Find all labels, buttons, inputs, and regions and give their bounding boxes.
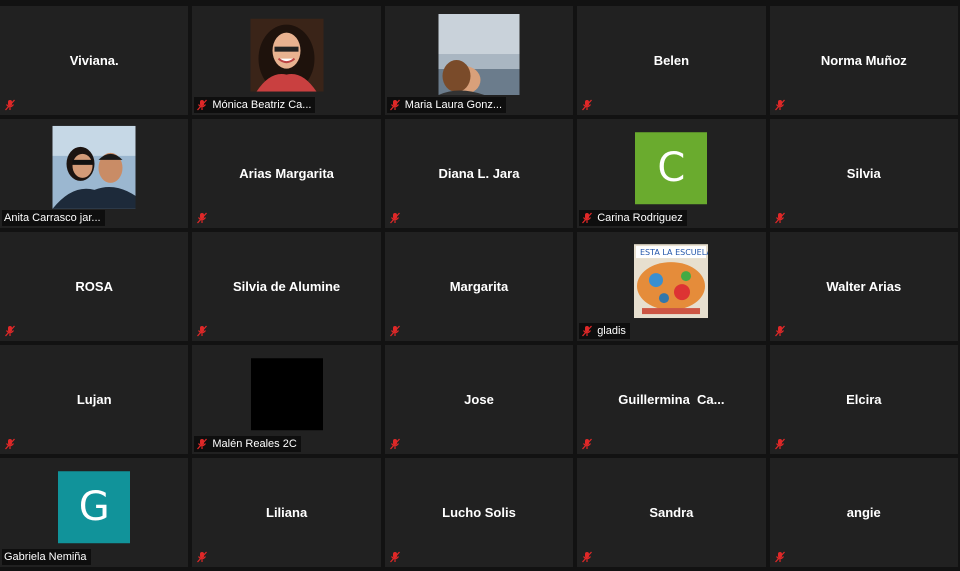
participant-name: Walter Arias [826, 278, 902, 294]
participant-tile[interactable]: Arias Margarita [192, 119, 381, 228]
participant-tile[interactable]: G Gabriela Nemiña [0, 458, 189, 567]
muted-mic-icon [774, 212, 785, 224]
muted-mic-icon [197, 551, 208, 563]
participant-name: Arias Margarita [239, 165, 334, 181]
participant-name: Viviana. [69, 52, 119, 68]
participant-tile[interactable]: Margarita [384, 232, 574, 341]
participant-tile[interactable]: Viviana. [0, 6, 189, 115]
participant-name: Silvia de Alumine [233, 278, 341, 294]
participant-video [250, 357, 323, 430]
participant-name: Silvia [846, 165, 881, 181]
muted-mic-icon [774, 325, 785, 337]
participant-tile[interactable]: Belen [577, 6, 766, 115]
participant-name: Mónica Beatriz Ca... [212, 99, 312, 111]
participant-tile[interactable]: Liliana [192, 458, 381, 567]
participant-name-label: Anita Carrasco jar... [2, 210, 105, 226]
participant-photo [250, 18, 324, 92]
muted-mic-icon [582, 325, 593, 337]
participant-name: Norma Muñoz [820, 52, 907, 68]
participant-tile[interactable]: Elcira [769, 345, 958, 454]
participant-name-label: Maria Laura Gonz... [386, 97, 507, 113]
participant-name: Lucho Solis [442, 504, 516, 520]
participant-tile[interactable]: Silvia [769, 119, 958, 228]
muted-mic-icon [197, 99, 208, 111]
svg-text:ESTA LA ESCUELA: ESTA LA ESCUELA [640, 248, 708, 257]
participant-name: Guillermina Ca... [618, 391, 725, 407]
participant-photo [52, 125, 136, 209]
participant-name: Liliana [266, 504, 308, 520]
participant-tile[interactable]: Maria Laura Gonz... [384, 6, 574, 115]
participant-tile[interactable]: Walter Arias [769, 232, 958, 341]
participant-name: Lujan [76, 391, 112, 407]
muted-mic-icon [774, 551, 785, 563]
participant-name: gladis [597, 325, 626, 337]
participant-name: ROSA [75, 278, 113, 294]
participant-tile[interactable]: Guillermina Ca... [577, 345, 766, 454]
muted-mic-icon [582, 551, 593, 563]
participant-name-label: Mónica Beatriz Ca... [194, 97, 316, 113]
participant-name: Jose [464, 391, 494, 407]
participant-name: Maria Laura Gonz... [404, 99, 503, 111]
participant-name-label: Malén Reales 2C [194, 436, 301, 452]
participant-name: Belen [653, 52, 690, 68]
participant-name-label: Gabriela Nemiña [2, 549, 91, 565]
participant-name-label: Carina Rodriguez [579, 210, 687, 226]
muted-mic-icon [5, 325, 15, 337]
participant-name: Gabriela Nemiña [4, 551, 87, 563]
participant-photo: ESTA LA ESCUELA [634, 243, 709, 318]
muted-mic-icon [197, 438, 208, 450]
muted-mic-icon [389, 212, 400, 224]
participant-tile[interactable]: ROSA [0, 232, 189, 341]
muted-mic-icon [5, 438, 15, 450]
participant-tile[interactable]: Anita Carrasco jar... [0, 119, 189, 228]
muted-mic-icon [389, 438, 400, 450]
participant-tile[interactable]: ESTA LA ESCUELA gladis [577, 232, 766, 341]
muted-mic-icon [582, 99, 593, 111]
muted-mic-icon [774, 438, 785, 450]
participant-tile[interactable]: Lujan [0, 345, 189, 454]
participant-tile[interactable]: Norma Muñoz [769, 6, 958, 115]
muted-mic-icon [582, 438, 593, 450]
participant-name: angie [846, 504, 881, 520]
participant-tile[interactable]: Diana L. Jara [384, 119, 574, 228]
participant-name: Sandra [649, 504, 694, 520]
muted-mic-icon [774, 99, 785, 111]
participant-tile[interactable]: Mónica Beatriz Ca... [192, 6, 381, 115]
participant-name-label: gladis [579, 323, 630, 339]
participant-name: Elcira [846, 391, 882, 407]
muted-mic-icon [582, 212, 593, 224]
muted-mic-icon [389, 99, 400, 111]
avatar: C [635, 131, 708, 204]
participant-tile[interactable]: Malén Reales 2C [192, 345, 381, 454]
participant-name: Anita Carrasco jar... [4, 212, 101, 224]
avatar: G [58, 470, 131, 543]
muted-mic-icon [197, 212, 208, 224]
muted-mic-icon [389, 551, 400, 563]
participant-tile[interactable]: Lucho Solis [384, 458, 574, 567]
participant-name: Margarita [449, 278, 509, 294]
participant-tile[interactable]: angie [769, 458, 958, 567]
participant-name: Diana L. Jara [438, 165, 520, 181]
participant-tile[interactable]: C Carina Rodriguez [577, 119, 766, 228]
participant-name: Malén Reales 2C [212, 438, 297, 450]
participant-photo [438, 13, 520, 95]
gallery-grid: Viviana. Mónica Beatriz Ca... Maria Laura … [0, 0, 960, 571]
muted-mic-icon [5, 99, 15, 111]
muted-mic-icon [197, 325, 208, 337]
participant-name: Carina Rodriguez [597, 212, 683, 224]
participant-tile[interactable]: Jose [384, 345, 574, 454]
participant-tile[interactable]: Silvia de Alumine [192, 232, 381, 341]
participant-tile[interactable]: Sandra [577, 458, 766, 567]
muted-mic-icon [389, 325, 400, 337]
